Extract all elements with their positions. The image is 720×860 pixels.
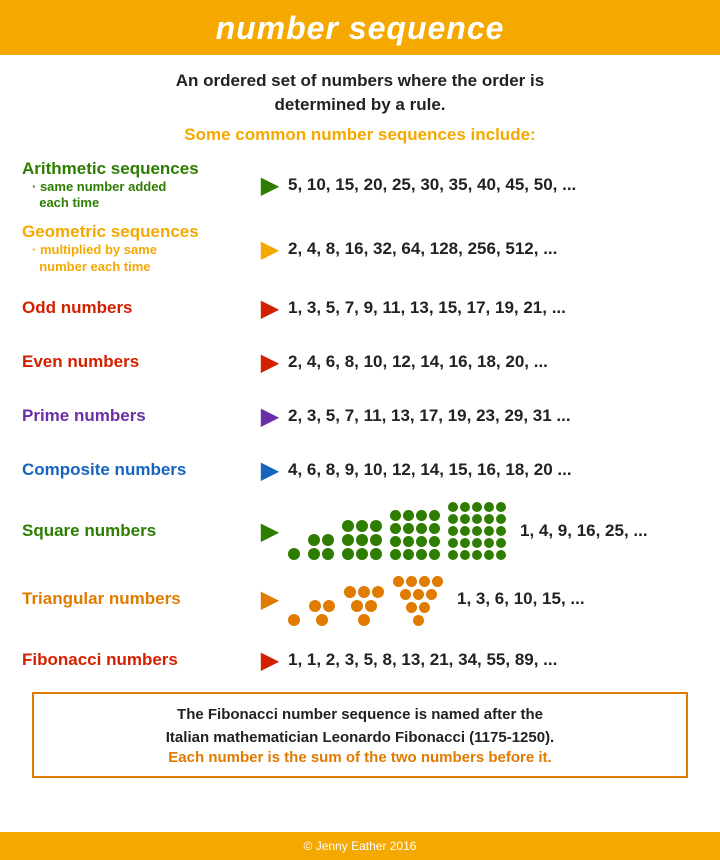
main-content: An ordered set of numbers where the orde… (0, 55, 720, 832)
prime-main-label: Prime numbers (22, 406, 252, 426)
prime-label: Prime numbers (22, 406, 252, 426)
arithmetic-value: 5, 10, 15, 20, 25, 30, 35, 40, 45, 50, .… (288, 175, 698, 195)
even-label: Even numbers (22, 352, 252, 372)
copyright-text: © Jenny Eather 2016 (304, 839, 417, 853)
square-dots-visual (288, 502, 514, 560)
arithmetic-main-label: Arithmetic sequences (22, 159, 252, 179)
triangular-dots-visual (288, 572, 451, 626)
odd-value: 1, 3, 5, 7, 9, 11, 13, 15, 17, 19, 21, .… (288, 298, 698, 318)
page-header: number sequence (0, 0, 720, 55)
square-row: Square numbers ▶ (22, 502, 698, 560)
geometric-row: Geometric sequences · multiplied by same… (22, 222, 698, 276)
even-row: Even numbers ▶ 2, 4, 6, 8, 10, 12, 14, 1… (22, 340, 698, 384)
arithmetic-label: Arithmetic sequences · same number added… (22, 159, 252, 213)
odd-main-label: Odd numbers (22, 298, 252, 318)
fibonacci-note-line1: The Fibonacci number sequence is named a… (177, 706, 543, 723)
prime-value: 2, 3, 5, 7, 11, 13, 17, 19, 23, 29, 31 .… (288, 406, 698, 426)
prime-arrow: ▶ (252, 402, 288, 431)
composite-value: 4, 6, 8, 9, 10, 12, 14, 15, 16, 18, 20 .… (288, 460, 698, 480)
arithmetic-row: Arithmetic sequences · same number added… (22, 159, 698, 213)
square-arrow: ▶ (252, 517, 288, 546)
geometric-value: 2, 4, 8, 16, 32, 64, 128, 256, 512, ... (288, 239, 698, 259)
triangular-label: Triangular numbers (22, 589, 252, 609)
page-title: number sequence (0, 10, 720, 47)
composite-arrow: ▶ (252, 456, 288, 485)
odd-arrow: ▶ (252, 294, 288, 323)
geometric-label: Geometric sequences · multiplied by same… (22, 222, 252, 276)
arithmetic-sub-label: · same number added each time (22, 179, 252, 213)
fibonacci-note-highlight: Each number is the sum of the two number… (48, 749, 672, 766)
fibonacci-value: 1, 1, 2, 3, 5, 8, 13, 21, 34, 55, 89, ..… (288, 650, 698, 670)
fibonacci-row: Fibonacci numbers ▶ 1, 1, 2, 3, 5, 8, 13… (22, 638, 698, 682)
odd-label: Odd numbers (22, 298, 252, 318)
fibonacci-note-line2: Italian mathematician Leonardo Fibonacci… (166, 729, 554, 746)
geometric-arrow: ▶ (252, 235, 288, 264)
odd-row: Odd numbers ▶ 1, 3, 5, 7, 9, 11, 13, 15,… (22, 286, 698, 330)
fibonacci-arrow: ▶ (252, 646, 288, 675)
square-main-label: Square numbers (22, 521, 252, 541)
page-footer: © Jenny Eather 2016 (0, 832, 720, 860)
even-arrow: ▶ (252, 348, 288, 377)
prime-row: Prime numbers ▶ 2, 3, 5, 7, 11, 13, 17, … (22, 394, 698, 438)
fibonacci-label: Fibonacci numbers (22, 650, 252, 670)
fibonacci-note: The Fibonacci number sequence is named a… (32, 692, 688, 778)
arithmetic-arrow: ▶ (252, 171, 288, 200)
triangular-arrow: ▶ (252, 585, 288, 614)
fibonacci-note-text: The Fibonacci number sequence is named a… (48, 704, 672, 749)
geometric-sub-label: · multiplied by same number each time (22, 242, 252, 276)
even-main-label: Even numbers (22, 352, 252, 372)
triangular-value: 1, 3, 6, 10, 15, ... (457, 589, 698, 609)
composite-row: Composite numbers ▶ 4, 6, 8, 9, 10, 12, … (22, 448, 698, 492)
square-value: 1, 4, 9, 16, 25, ... (520, 521, 698, 541)
common-heading: Some common number sequences include: (22, 125, 698, 145)
geometric-main-label: Geometric sequences (22, 222, 252, 242)
triangular-main-label: Triangular numbers (22, 589, 252, 609)
even-value: 2, 4, 6, 8, 10, 12, 14, 16, 18, 20, ... (288, 352, 698, 372)
subtitle: An ordered set of numbers where the orde… (22, 69, 698, 117)
composite-label: Composite numbers (22, 460, 252, 480)
fibonacci-main-label: Fibonacci numbers (22, 650, 252, 670)
composite-main-label: Composite numbers (22, 460, 252, 480)
square-label: Square numbers (22, 521, 252, 541)
triangular-row: Triangular numbers ▶ (22, 572, 698, 626)
